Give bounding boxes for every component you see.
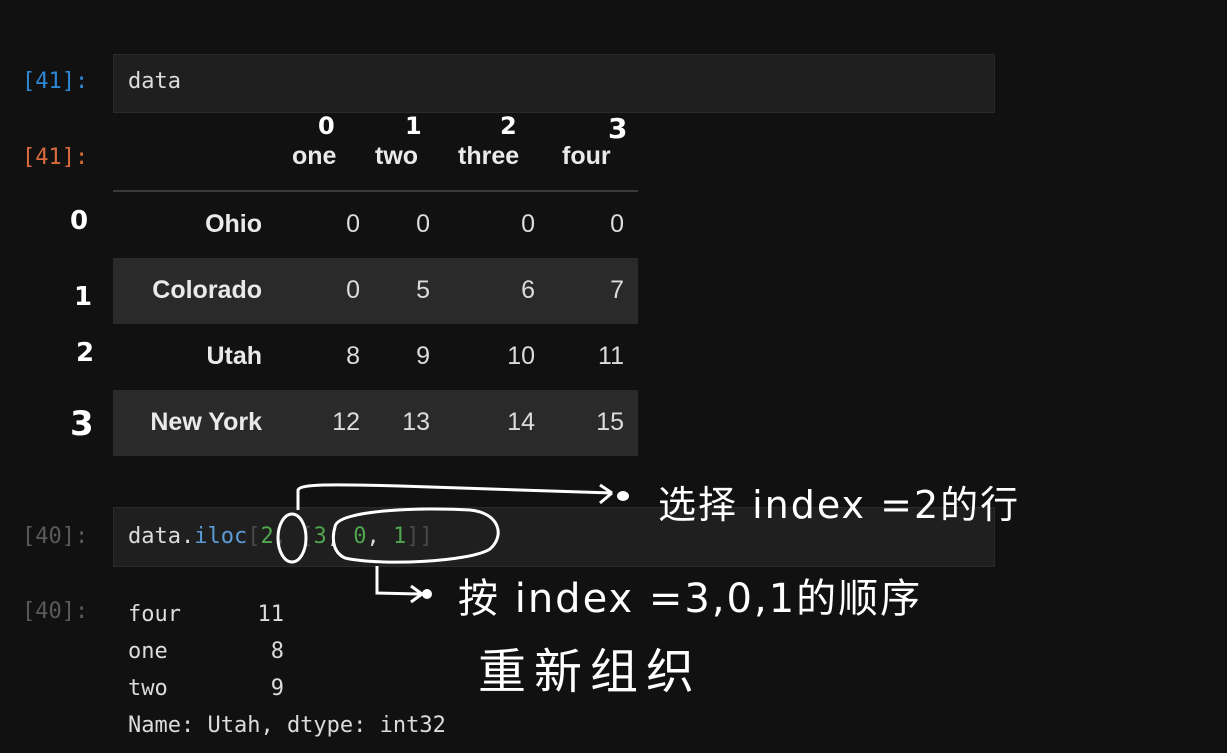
annotation-arrow-row [296,483,613,510]
annotation-note-order-cont: 重新组织 [478,644,703,700]
annotation-circle-row [276,512,308,564]
arrow-tip-icon [422,589,432,599]
arrow-tip-icon [617,491,629,501]
annotation-note-order: 按 index =3,0,1的顺序 [458,576,923,622]
annotation-note-row: 选择 index =2的行 [658,483,1021,527]
annotation-circle-list [331,507,500,564]
annotation-arrow-order [375,566,421,596]
